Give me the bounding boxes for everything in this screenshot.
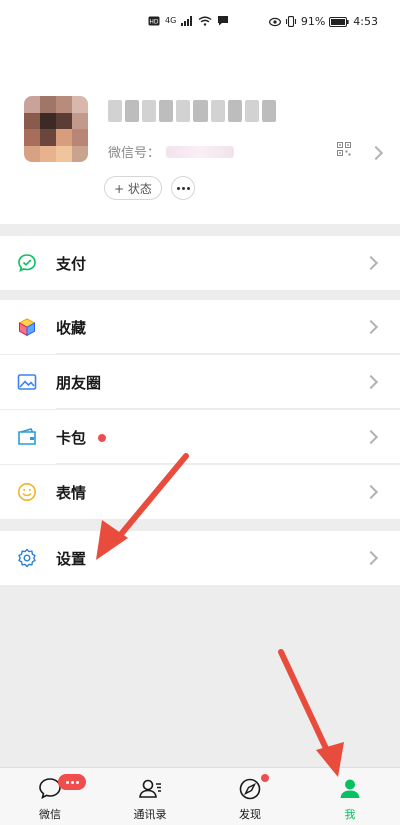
menu-item-stickers[interactable]: 表情	[0, 465, 400, 519]
bottom-tab-bar: 微信 通讯录 发现 我	[0, 767, 400, 825]
annotation-arrow-me-tab	[278, 649, 344, 777]
tab-me[interactable]: 我	[300, 768, 400, 825]
message-notify-icon	[218, 16, 229, 26]
add-status-label: + 状态	[114, 181, 152, 196]
signal-icon	[181, 15, 193, 26]
tab-contacts[interactable]: 通讯录	[100, 768, 200, 825]
more-status-button[interactable]	[171, 176, 195, 200]
new-badge-dot	[98, 434, 106, 442]
stickers-icon	[18, 483, 36, 501]
tab-discover[interactable]: 发现	[200, 768, 300, 825]
wechat-id-redacted	[166, 145, 235, 158]
profile-card[interactable]: 微信号： + 状态	[0, 44, 400, 224]
menu-label-favorites: 收藏	[56, 319, 87, 337]
menu-item-favorites[interactable]: 收藏	[0, 300, 400, 354]
pay-icon	[18, 254, 36, 272]
add-status-button[interactable]: + 状态	[104, 176, 162, 200]
status-bar-left: HD 4G	[148, 15, 229, 26]
menu-label-stickers: 表情	[56, 484, 87, 502]
network-type: 4G	[165, 16, 177, 25]
wechat-id-label: 微信号：	[108, 146, 161, 161]
wechat-id-row: 微信号：	[108, 142, 235, 161]
settings-icon	[18, 548, 36, 568]
profile-chevron-icon	[368, 145, 384, 161]
avatar[interactable]	[24, 96, 88, 162]
chevron-right-icon	[363, 429, 379, 445]
divider	[56, 353, 400, 354]
moments-icon	[17, 374, 37, 390]
menu-item-cards[interactable]: 卡包	[0, 410, 400, 464]
tab-chats[interactable]: 微信	[0, 768, 100, 825]
menu-item-pay[interactable]: 支付	[0, 236, 400, 290]
status-bar: HD 4G 91% 4:53	[0, 0, 400, 44]
menu-label-pay: 支付	[56, 255, 87, 273]
tab-label-discover: 发现	[239, 808, 261, 821]
tab-label-me: 我	[344, 808, 356, 821]
menu-item-moments[interactable]: 朋友圈	[0, 355, 400, 409]
divider	[56, 463, 400, 464]
unread-badge	[58, 774, 86, 790]
menu-label-moments: 朋友圈	[56, 374, 102, 392]
chevron-right-icon	[363, 484, 379, 500]
wifi-icon	[198, 16, 212, 26]
qr-code-icon[interactable]	[337, 142, 351, 156]
menu-label-settings: 设置	[56, 550, 87, 568]
divider	[56, 408, 400, 409]
cards-icon	[18, 428, 36, 445]
eye-comfort-icon	[268, 17, 281, 26]
contacts-icon	[139, 779, 161, 798]
svg-text:HD: HD	[149, 18, 159, 25]
tab-label-chats: 微信	[39, 808, 61, 821]
discover-dot-badge	[261, 774, 269, 782]
battery-percent: 91%	[300, 15, 326, 28]
battery-icon	[329, 16, 349, 27]
vibrate-icon	[285, 16, 296, 27]
me-icon	[340, 779, 360, 798]
discover-icon	[239, 778, 261, 800]
chevron-right-icon	[363, 374, 379, 390]
hd-icon: HD	[148, 16, 160, 25]
menu-item-settings[interactable]: 设置	[0, 531, 400, 585]
favorites-icon	[18, 318, 36, 337]
chevron-right-icon	[363, 255, 379, 271]
clock: 4:53	[353, 15, 378, 28]
menu-label-cards: 卡包	[56, 429, 87, 447]
chevron-right-icon	[363, 550, 379, 566]
nickname-redacted	[108, 100, 276, 122]
tab-label-contacts: 通讯录	[133, 808, 167, 821]
status-bar-right: 91% 4:53	[268, 15, 378, 28]
chevron-right-icon	[363, 319, 379, 335]
